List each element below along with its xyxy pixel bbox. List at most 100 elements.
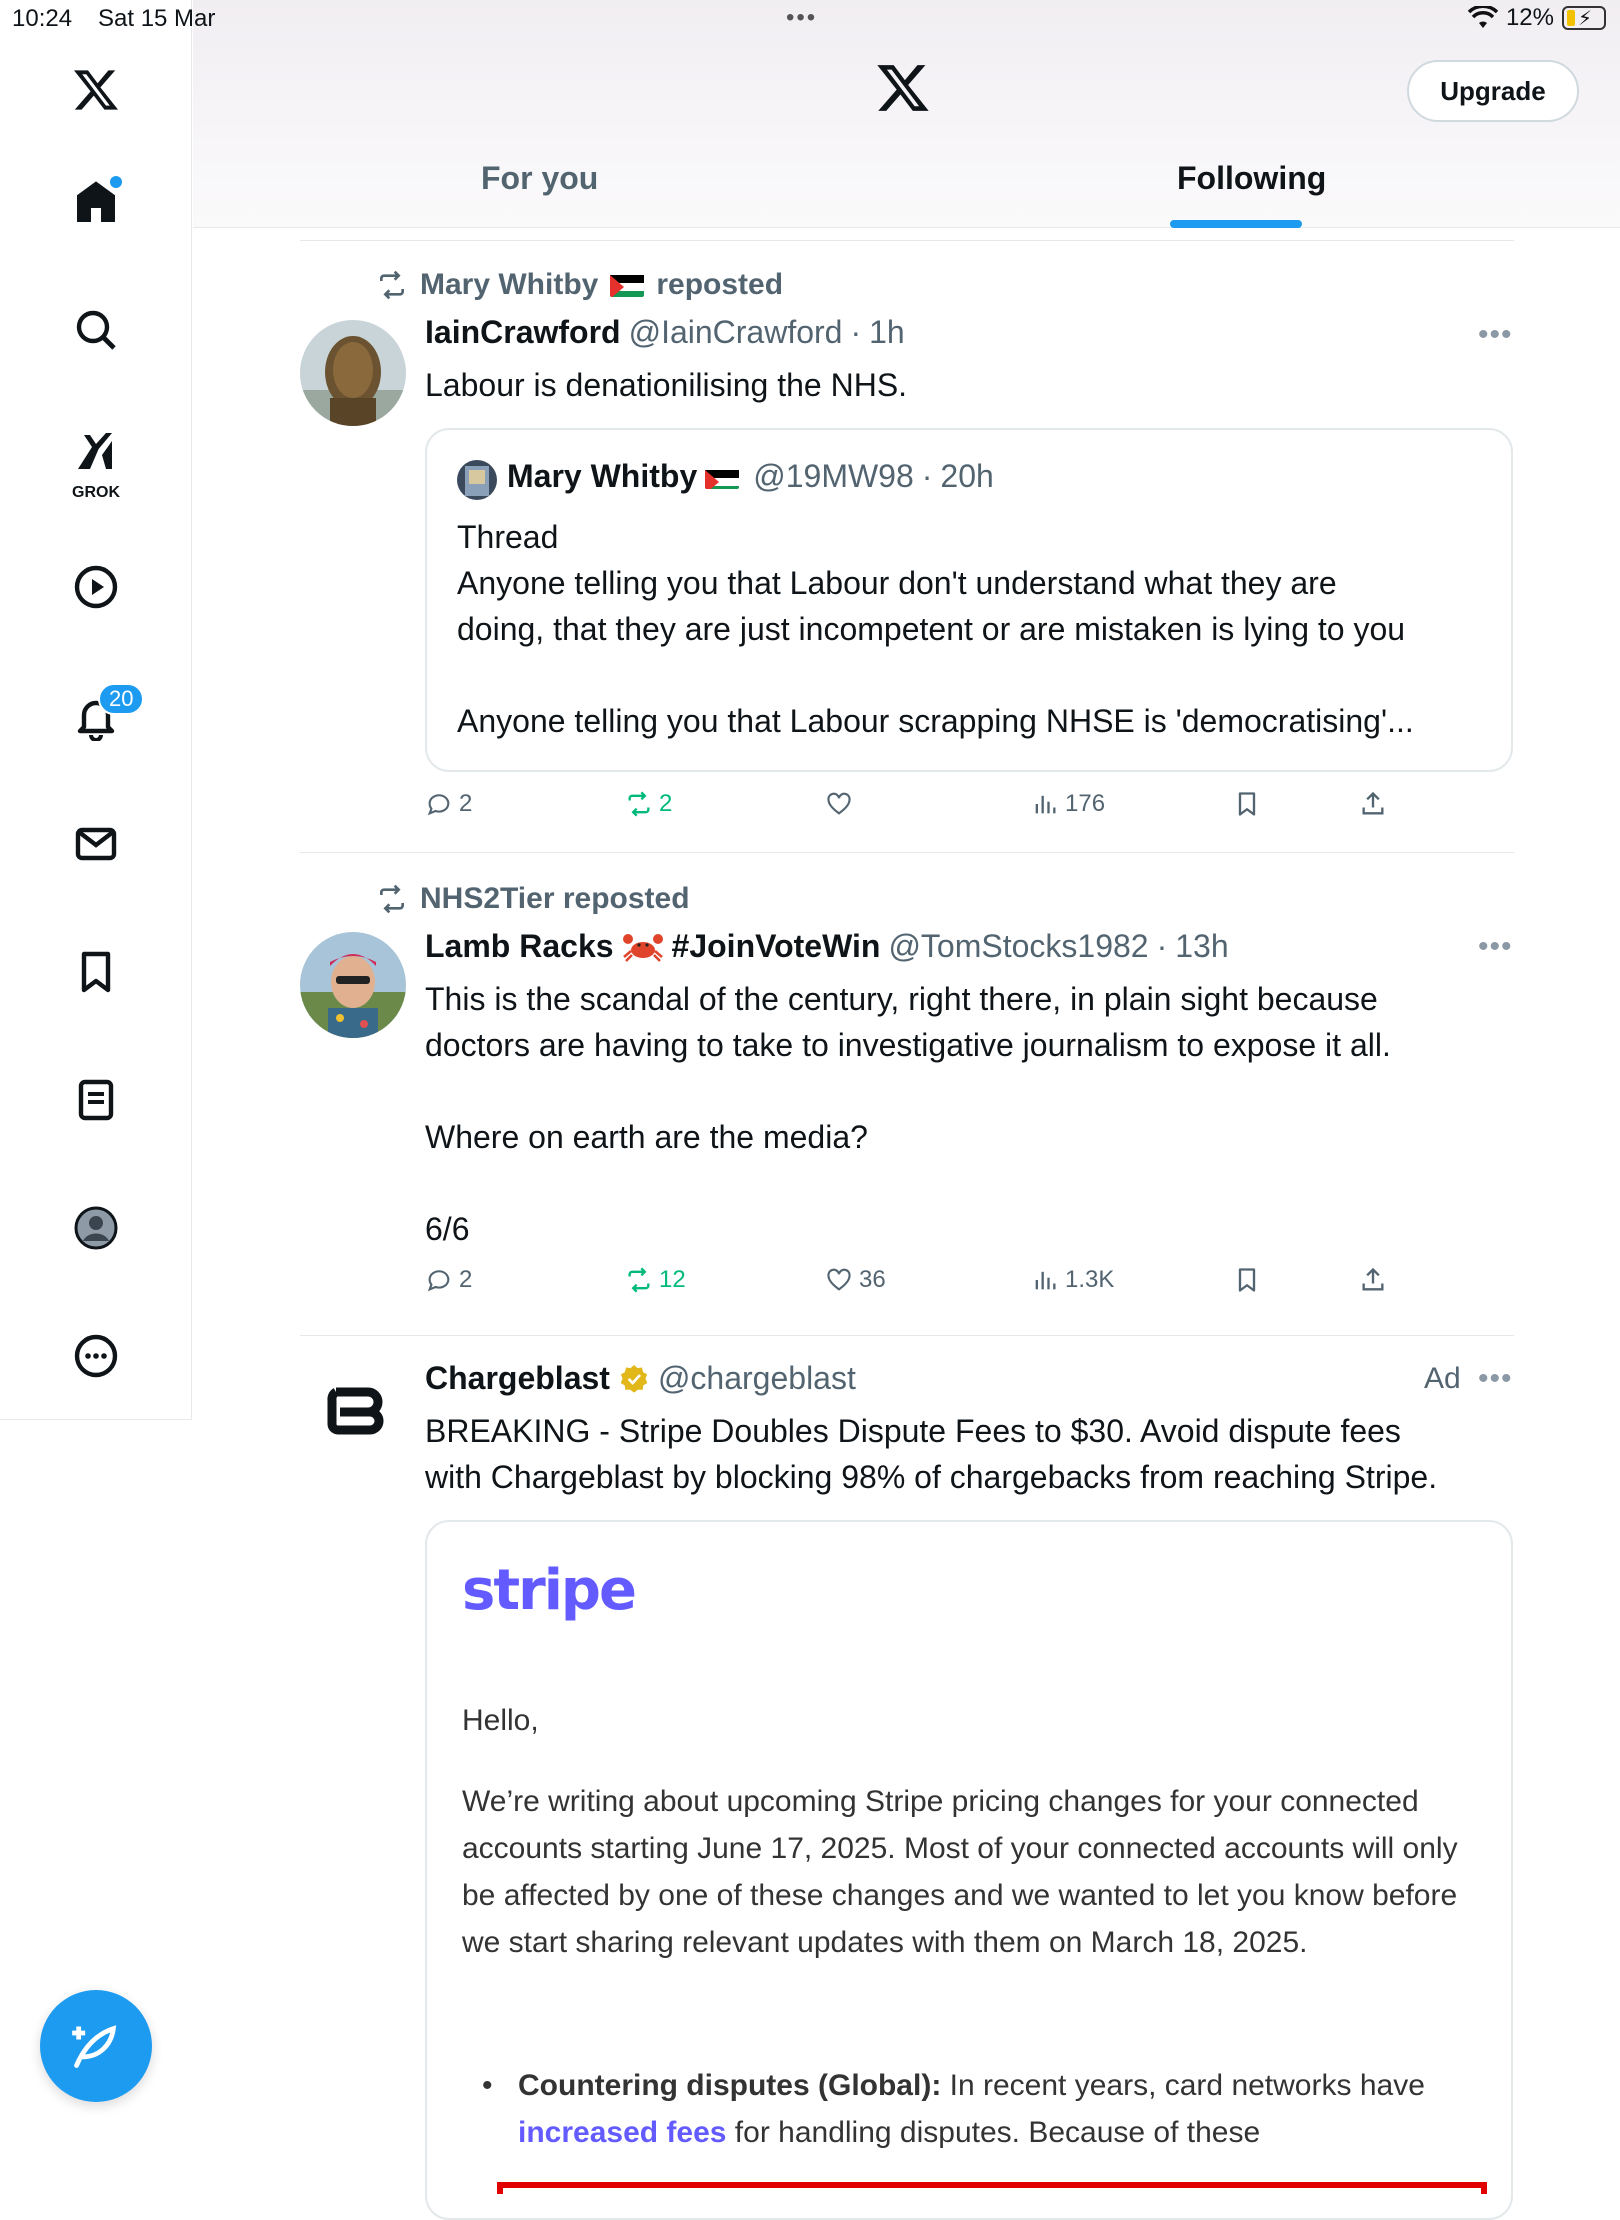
quote-line: Anyone telling you that Labour scrapping… bbox=[457, 703, 1414, 739]
view-count: 1.3K bbox=[1065, 1266, 1115, 1293]
notifications-badge: 20 bbox=[98, 683, 145, 715]
views-button[interactable]: 176 bbox=[1031, 790, 1105, 818]
repost-button[interactable]: 12 bbox=[625, 1266, 686, 1294]
post-text-line: This is the scandal of the century, righ… bbox=[425, 981, 1378, 1017]
bullet-link: increased fees bbox=[518, 2116, 727, 2149]
author-name[interactable]: Chargeblast bbox=[425, 1360, 610, 1397]
tweet-header: Lamb Racks #JoinVoteWin @TomStocks1982 ·… bbox=[425, 928, 1229, 965]
upgrade-button[interactable]: Upgrade bbox=[1407, 60, 1579, 122]
compose-post-button[interactable] bbox=[40, 1990, 152, 2102]
heart-icon bbox=[827, 1268, 851, 1291]
repost-count: 2 bbox=[659, 790, 673, 817]
post-actions: 2 12 36 1.3K bbox=[425, 1266, 1425, 1306]
post-text-line: 6/6 bbox=[425, 1211, 470, 1247]
avatar[interactable] bbox=[300, 320, 406, 426]
stripe-logo: stripe bbox=[462, 1558, 637, 1623]
profile-nav[interactable] bbox=[64, 1196, 128, 1260]
compose-feather-icon bbox=[72, 2025, 117, 2068]
quoted-post[interactable]: Mary Whitby @19MW98 · 20h Thread Anyone … bbox=[425, 428, 1513, 772]
avatar[interactable] bbox=[300, 932, 406, 1038]
like-count: 36 bbox=[859, 1266, 886, 1293]
more-options-icon[interactable]: ••• bbox=[1478, 1362, 1513, 1396]
more-options-icon[interactable]: ••• bbox=[1478, 930, 1513, 964]
share-button[interactable] bbox=[1359, 1266, 1387, 1294]
home-nav[interactable] bbox=[64, 170, 128, 234]
views-chart-icon bbox=[1035, 795, 1056, 814]
wifi-icon bbox=[1467, 6, 1498, 28]
author-handle[interactable]: @chargeblast bbox=[658, 1360, 856, 1397]
tab-for-you[interactable]: For you bbox=[481, 160, 598, 197]
sidebar: GROK 20 bbox=[0, 0, 192, 1420]
quote-header: Mary Whitby @19MW98 · 20h bbox=[507, 458, 994, 494]
red-highlight-box bbox=[497, 2182, 1487, 2194]
reply-button[interactable]: 2 bbox=[425, 790, 472, 818]
verified-badge-icon bbox=[620, 1364, 648, 1393]
bookmark-button[interactable] bbox=[1233, 790, 1261, 818]
quote-line: doing, that they are just incompetent or… bbox=[457, 611, 1406, 647]
x-logo[interactable] bbox=[64, 58, 128, 122]
feed-divider bbox=[300, 240, 1514, 241]
bookmarks-nav[interactable] bbox=[64, 940, 128, 1004]
post-time[interactable]: 1h bbox=[869, 314, 905, 351]
repost-icon bbox=[380, 270, 404, 300]
reposter-name: NHS2Tier reposted bbox=[420, 882, 690, 915]
grok-nav[interactable]: GROK bbox=[64, 420, 128, 501]
author-handle[interactable]: @TomStocks1982 bbox=[888, 928, 1148, 965]
post-text-line: with Chargeblast by blocking 98% of char… bbox=[425, 1459, 1438, 1495]
grok-icon bbox=[78, 433, 112, 469]
chargeblast-logo-icon[interactable] bbox=[318, 1380, 388, 1450]
quote-avatar bbox=[457, 460, 497, 500]
view-count: 176 bbox=[1065, 790, 1106, 817]
like-button[interactable]: 36 bbox=[825, 1266, 886, 1294]
bookmark-button[interactable] bbox=[1233, 1266, 1261, 1294]
author-hashtag[interactable]: #JoinVoteWin bbox=[672, 928, 881, 965]
more-nav[interactable] bbox=[64, 1324, 128, 1388]
post-time[interactable]: 13h bbox=[1175, 928, 1228, 965]
quote-text: Thread Anyone telling you that Labour do… bbox=[457, 514, 1497, 744]
status-bar: 10:24 Sat 15 Mar ••• 12% ⚡ bbox=[0, 0, 1620, 40]
multitask-dots-icon[interactable]: ••• bbox=[786, 4, 817, 32]
repost-indicator[interactable]: NHS2Tier reposted bbox=[376, 882, 690, 916]
messages-nav[interactable] bbox=[64, 812, 128, 876]
ad-image-card[interactable]: stripe Hello, We’re writing about upcomi… bbox=[425, 1520, 1513, 2220]
quote-author-name: Mary Whitby bbox=[507, 458, 698, 494]
share-icon bbox=[1362, 791, 1384, 815]
battery-percent: 12% bbox=[1505, 4, 1554, 31]
bookmark-icon bbox=[1238, 792, 1256, 816]
reply-button[interactable]: 2 bbox=[425, 1266, 472, 1294]
post-text-line: doctors are having to take to investigat… bbox=[425, 1027, 1391, 1063]
post-text: Labour is denationilising the NHS. bbox=[425, 367, 908, 403]
quote-line: Anyone telling you that Labour don't und… bbox=[457, 565, 1337, 601]
author-name[interactable]: Lamb Racks bbox=[425, 928, 614, 965]
video-icon bbox=[74, 565, 118, 609]
tab-following[interactable]: Following bbox=[1177, 160, 1326, 197]
share-button[interactable] bbox=[1359, 790, 1387, 818]
post-text: This is the scandal of the century, righ… bbox=[425, 976, 1515, 1252]
repost-suffix: reposted bbox=[656, 268, 784, 301]
grok-label: GROK bbox=[72, 484, 120, 501]
active-tab-indicator bbox=[1170, 220, 1302, 228]
views-button[interactable]: 1.3K bbox=[1031, 1266, 1114, 1294]
x-logo-icon[interactable] bbox=[875, 60, 931, 116]
heart-icon bbox=[827, 792, 851, 815]
reply-icon bbox=[427, 1270, 450, 1292]
repost-count: 12 bbox=[659, 1266, 686, 1293]
bullet-text: for handling disputes. Because of these bbox=[726, 2116, 1261, 2149]
messages-icon bbox=[75, 827, 117, 861]
repost-indicator[interactable]: Mary Whitby reposted bbox=[376, 268, 783, 302]
quote-line: Thread bbox=[457, 519, 559, 555]
author-name[interactable]: IainCrawford bbox=[425, 314, 621, 351]
more-options-icon[interactable]: ••• bbox=[1478, 318, 1513, 352]
post-text-line: Where on earth are the media? bbox=[425, 1119, 868, 1155]
author-handle[interactable]: @IainCrawford bbox=[629, 314, 843, 351]
quote-post-time: 20h bbox=[940, 458, 994, 494]
lists-nav[interactable] bbox=[64, 1068, 128, 1132]
notifications-nav[interactable]: 20 bbox=[64, 683, 145, 749]
status-date: Sat 15 Mar bbox=[98, 5, 216, 32]
views-chart-icon bbox=[1035, 1271, 1056, 1290]
search-nav[interactable] bbox=[64, 298, 128, 362]
like-button[interactable] bbox=[825, 790, 859, 818]
video-nav[interactable] bbox=[64, 555, 128, 619]
bookmarks-icon bbox=[81, 951, 111, 993]
repost-button[interactable]: 2 bbox=[625, 790, 672, 818]
